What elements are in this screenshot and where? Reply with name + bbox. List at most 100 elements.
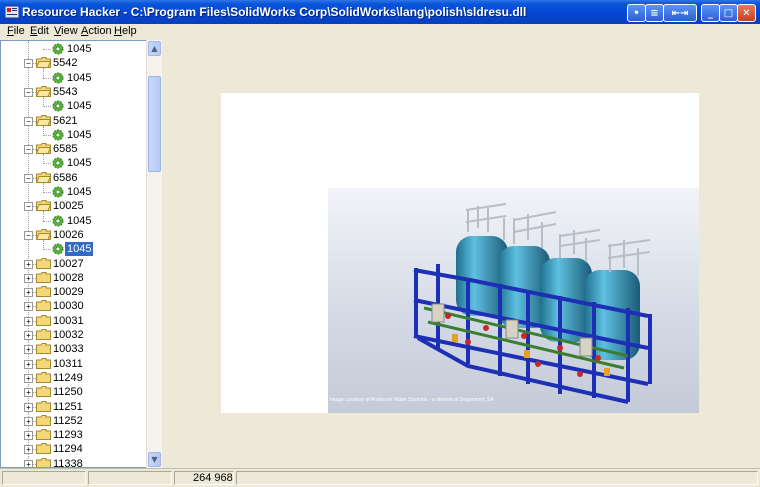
tree-connector: [43, 78, 51, 79]
window-title: Resource Hacker - C:\Program Files\Solid…: [22, 5, 527, 19]
tree-leaf-item[interactable]: 1045: [1, 128, 147, 142]
tree-folder-item[interactable]: +11251: [1, 400, 147, 414]
status-size: 264 968: [174, 471, 234, 485]
menu-action[interactable]: Action: [81, 25, 112, 37]
tree-folder-item[interactable]: +11338: [1, 457, 147, 467]
tree-guide-line: [43, 211, 44, 221]
tree-item-label: 10028: [53, 272, 84, 284]
expand-icon[interactable]: +: [24, 403, 33, 412]
tree-folder-item[interactable]: +10029: [1, 285, 147, 299]
expand-icon[interactable]: +: [24, 417, 33, 426]
tree-folder-item[interactable]: − 6585: [1, 142, 147, 156]
expand-icon[interactable]: +: [24, 445, 33, 454]
tree-leaf-item[interactable]: 1045: [1, 185, 147, 199]
status-panel-1: [2, 471, 86, 485]
tree-folder-item[interactable]: − 10026: [1, 228, 147, 242]
menu-help-rest: elp: [121, 25, 137, 37]
tree-folder-item[interactable]: +11294: [1, 442, 147, 456]
minimize-button[interactable]: _: [701, 4, 720, 22]
lines-icon: ≡: [650, 7, 659, 19]
minimize-icon: _: [708, 7, 713, 19]
collapse-icon[interactable]: −: [24, 88, 33, 97]
collapse-icon[interactable]: −: [24, 202, 33, 211]
expand-icon[interactable]: +: [24, 460, 33, 467]
expand-icon[interactable]: +: [24, 302, 33, 311]
tree-guide-line: [43, 240, 44, 250]
title-tool-button-3[interactable]: ⇤⇥: [663, 4, 697, 22]
title-bar[interactable]: Resource Hacker - C:\Program Files\Solid…: [0, 0, 760, 26]
tree-leaf-item[interactable]: 1045: [1, 156, 147, 170]
expand-icon[interactable]: +: [24, 274, 33, 283]
gear-icon: [52, 129, 64, 141]
title-tool-button-2[interactable]: ≡: [645, 4, 664, 22]
status-panel-2: [88, 471, 172, 485]
tree-item-label: 10033: [53, 343, 84, 355]
folder-icon: [36, 358, 51, 369]
menu-file-accel: F: [7, 25, 14, 37]
menu-edit[interactable]: Edit: [30, 25, 49, 37]
menu-view[interactable]: View: [54, 25, 78, 37]
resource-tree[interactable]: 1045 − 5542 1045 − 5543 1045 − 5621 1045 − 6585 1045…: [0, 40, 162, 468]
tree-connector: [43, 249, 51, 250]
tree-folder-item[interactable]: +11249: [1, 371, 147, 385]
collapse-icon[interactable]: −: [24, 145, 33, 154]
expand-icon[interactable]: +: [24, 360, 33, 369]
close-button[interactable]: ✕: [737, 4, 756, 22]
tree-folder-item[interactable]: +11250: [1, 385, 147, 399]
menu-action-rest: ction: [88, 25, 112, 37]
tree-folder-item[interactable]: +11293: [1, 428, 147, 442]
tree-folder-item[interactable]: +10030: [1, 299, 147, 313]
expand-icon[interactable]: +: [24, 260, 33, 269]
expand-icon[interactable]: +: [24, 331, 33, 340]
tree-leaf-item[interactable]: 1045: [1, 42, 147, 56]
expand-icon[interactable]: +: [24, 288, 33, 297]
tree-folder-item[interactable]: +11252: [1, 414, 147, 428]
tree-folder-item[interactable]: − 5543: [1, 85, 147, 99]
tree-leaf-item[interactable]: 1045: [1, 71, 147, 85]
collapse-icon[interactable]: −: [24, 174, 33, 183]
tree-folder-item[interactable]: +10032: [1, 328, 147, 342]
tree-scrollbar[interactable]: ▲ ▼: [146, 40, 162, 468]
tree-leaf-item[interactable]: 1045: [1, 99, 147, 113]
app-icon[interactable]: [5, 5, 19, 19]
expand-icon[interactable]: +: [24, 374, 33, 383]
menu-file[interactable]: File: [7, 25, 25, 37]
expand-icon[interactable]: +: [24, 431, 33, 440]
tree-item-label: 10029: [53, 286, 84, 298]
tree-folder-item[interactable]: − 5621: [1, 114, 147, 128]
tree-item-label: 10026: [53, 229, 84, 241]
tree-item-label: 1045: [67, 129, 92, 141]
menu-help-accel: H: [114, 25, 122, 37]
tree-folder-item[interactable]: +10028: [1, 271, 147, 285]
folder-icon: [36, 286, 51, 297]
tree-guide-line: [43, 183, 44, 193]
tree-folder-item[interactable]: +10311: [1, 357, 147, 371]
scroll-down-button[interactable]: ▼: [148, 452, 161, 467]
gear-icon: [52, 72, 64, 84]
title-tool-button-1[interactable]: •: [627, 4, 646, 22]
tree-leaf-item[interactable]: 1045: [1, 214, 147, 228]
expand-icon[interactable]: +: [24, 317, 33, 326]
scroll-thumb[interactable]: [148, 76, 161, 172]
status-bar: 264 968: [0, 468, 760, 487]
tree-item-label: 10311: [53, 358, 83, 370]
tree-folder-item[interactable]: − 5542: [1, 56, 147, 70]
menu-help[interactable]: Help: [114, 25, 137, 37]
gear-icon: [52, 100, 64, 112]
tree-folder-item[interactable]: − 6586: [1, 171, 147, 185]
tree-item-label: 11251: [53, 401, 83, 413]
collapse-icon[interactable]: −: [24, 117, 33, 126]
expand-icon[interactable]: +: [24, 345, 33, 354]
tree-folder-item[interactable]: +10033: [1, 342, 147, 356]
collapse-icon[interactable]: −: [24, 231, 33, 240]
scroll-up-button[interactable]: ▲: [148, 41, 161, 56]
tree-leaf-item-selected[interactable]: 1045: [1, 241, 147, 257]
expand-icon[interactable]: +: [24, 388, 33, 397]
tree-item-label: 1045: [67, 215, 92, 227]
tree-folder-item[interactable]: +10027: [1, 257, 147, 271]
maximize-button[interactable]: □: [719, 4, 738, 22]
collapse-icon[interactable]: −: [24, 59, 33, 68]
tree-folder-item[interactable]: +10031: [1, 314, 147, 328]
tree-guide-line: [43, 97, 44, 107]
tree-folder-item[interactable]: − 10025: [1, 199, 147, 213]
